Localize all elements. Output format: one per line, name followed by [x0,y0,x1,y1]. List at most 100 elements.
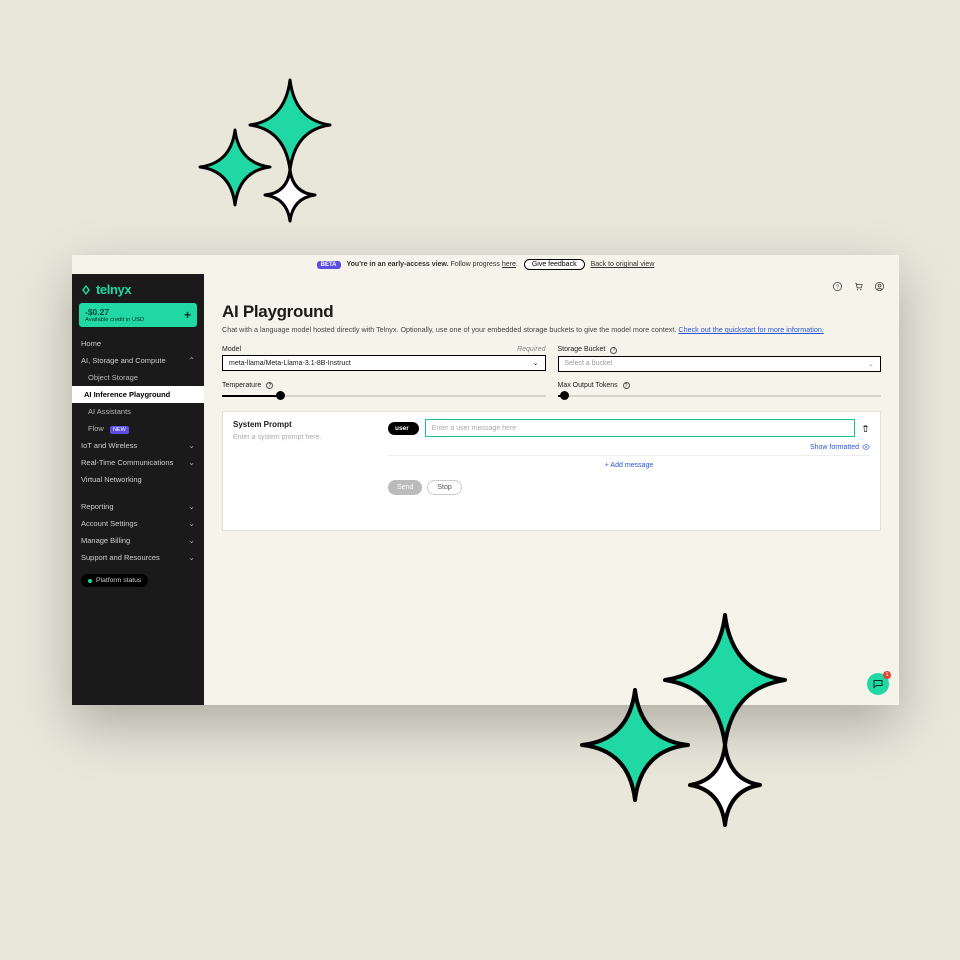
sidebar-item-label: AI, Storage and Compute [81,356,166,365]
back-to-original-link[interactable]: Back to original view [591,261,655,268]
page-description-text: Chat with a language model hosted direct… [222,325,678,334]
send-button[interactable]: Send [388,480,422,495]
trash-icon[interactable] [861,423,870,434]
beta-badge: BETA [317,261,341,269]
credit-amount: -$0.27 [85,307,144,317]
sidebar-item-rtc[interactable]: Real-Time Communications ⌄ [72,454,204,471]
add-message-label: Add message [610,462,653,469]
bucket-select[interactable]: Select a bucket ⌄ [558,356,882,372]
max-tokens-control: Max Output Tokens ? [558,382,882,402]
quickstart-link[interactable]: Check out the quickstart for more inform… [678,325,823,334]
sidebar-item-label: AI Inference Playground [84,390,170,399]
info-icon[interactable]: ? [623,382,630,389]
chevron-down-icon: ⌄ [188,441,195,450]
topbar: ? [204,274,899,298]
main-content: ? AI Playground Chat with a language mod… [204,274,899,705]
sidebar-item-ai-assistants[interactable]: AI Assistants [72,403,204,420]
chat-notification-badge: 1 [883,671,891,679]
add-credit-icon[interactable]: + [184,308,191,322]
model-control: Model Required meta-llama/Meta-Llama-3.1… [222,346,546,372]
brand-icon [80,284,92,296]
sidebar-item-label: Virtual Networking [81,475,142,484]
brand-logo[interactable]: telnyx [72,274,204,303]
sidebar-item-virtual-networking[interactable]: Virtual Networking [72,471,204,488]
announcement-here-link[interactable]: here [502,261,516,268]
sidebar-item-account-settings[interactable]: Account Settings ⌄ [72,515,204,532]
max-tokens-label: Max Output Tokens [558,382,618,389]
sidebar-item-iot-wireless[interactable]: IoT and Wireless ⌄ [72,437,204,454]
sidebar-item-reporting[interactable]: Reporting ⌄ [72,498,204,515]
user-message-input[interactable]: Enter a user message here [425,419,855,437]
sidebar-item-object-storage[interactable]: Object Storage [72,369,204,386]
page-description: Chat with a language model hosted direct… [222,325,881,334]
sidebar-item-label: IoT and Wireless [81,441,137,450]
announcement-bold: You're in an early-access view. [347,261,449,268]
announcement-follow: Follow progress [449,261,502,268]
announcement-bar: BETA You're in an early-access view. Fol… [72,255,899,274]
chevron-down-icon: ⌄ [188,519,195,528]
messages-column: user Enter a user message here Show form… [378,412,880,530]
sidebar-item-label: AI Assistants [88,407,131,416]
sidebar: telnyx -$0.27 Available credit in USD + … [72,274,204,705]
svg-text:?: ? [836,284,839,290]
status-dot-icon [88,579,92,583]
chevron-down-icon: ⌄ [533,359,539,367]
user-message-placeholder: Enter a user message here [432,425,516,432]
sidebar-item-ai-inference-playground[interactable]: AI Inference Playground [72,386,204,403]
sidebar-item-home[interactable]: Home [72,335,204,352]
system-prompt-heading: System Prompt [233,420,367,429]
sidebar-item-label: Object Storage [88,373,138,382]
page-title: AI Playground [222,302,881,322]
info-icon[interactable]: ? [266,382,273,389]
chevron-down-icon: ⌄ [868,360,874,368]
required-label: Required [517,346,545,353]
eye-icon [862,443,870,451]
bucket-label: Storage Bucket [558,346,606,353]
user-icon[interactable] [874,281,885,292]
sidebar-item-label: Support and Resources [81,553,160,562]
max-tokens-slider[interactable] [558,391,882,401]
bucket-placeholder: Select a bucket [565,360,613,367]
sidebar-item-flow[interactable]: Flow NEW [72,420,204,437]
storage-bucket-control: Storage Bucket ? Select a bucket ⌄ [558,346,882,372]
app-window: BETA You're in an early-access view. Fol… [72,255,899,705]
help-icon[interactable]: ? [832,281,843,292]
sidebar-item-manage-billing[interactable]: Manage Billing ⌄ [72,532,204,549]
chevron-down-icon: ⌄ [188,536,195,545]
chevron-down-icon: ⌄ [188,502,195,511]
platform-status-pill[interactable]: Platform status [81,574,148,587]
give-feedback-button[interactable]: Give feedback [524,259,585,270]
sparkle-decoration-top [195,75,355,235]
new-badge: NEW [110,426,129,434]
sidebar-item-label: Reporting [81,502,114,511]
chevron-down-icon: ⌄ [188,458,195,467]
sidebar-item-label: Manage Billing [81,536,130,545]
sidebar-item-label: Account Settings [81,519,137,528]
sidebar-item-label: Flow [88,424,104,433]
sidebar-item-ai-storage-compute[interactable]: AI, Storage and Compute ⌃ [72,352,204,369]
chevron-up-icon: ⌃ [188,356,195,365]
info-icon[interactable]: ? [610,347,617,354]
role-pill-user[interactable]: user [388,422,419,435]
add-message-link[interactable]: + Add message [388,456,870,475]
system-prompt-input[interactable]: Enter a system prompt here. [233,434,367,441]
sidebar-item-support-resources[interactable]: Support and Resources ⌄ [72,549,204,566]
stop-button[interactable]: Stop [427,480,461,495]
temperature-label: Temperature [222,382,261,389]
sidebar-item-label: Real-Time Communications [81,458,173,467]
announcement-text: You're in an early-access view. Follow p… [347,261,518,268]
credit-box[interactable]: -$0.27 Available credit in USD + [79,303,197,327]
show-formatted-link[interactable]: Show formatted [388,443,870,451]
model-select[interactable]: meta-llama/Meta-Llama-3.1-8B-Instruct ⌄ [222,355,546,371]
chat-icon [872,678,884,690]
show-formatted-label: Show formatted [810,444,859,451]
model-label: Model [222,346,241,353]
prompt-card: System Prompt Enter a system prompt here… [222,411,881,531]
chevron-down-icon: ⌄ [188,553,195,562]
brand-text: telnyx [96,282,131,297]
chat-fab[interactable]: 1 [867,673,889,695]
temperature-control: Temperature ? [222,382,546,402]
temperature-slider[interactable] [222,391,546,401]
cart-icon[interactable] [853,281,864,292]
announcement-period: . [516,261,518,268]
